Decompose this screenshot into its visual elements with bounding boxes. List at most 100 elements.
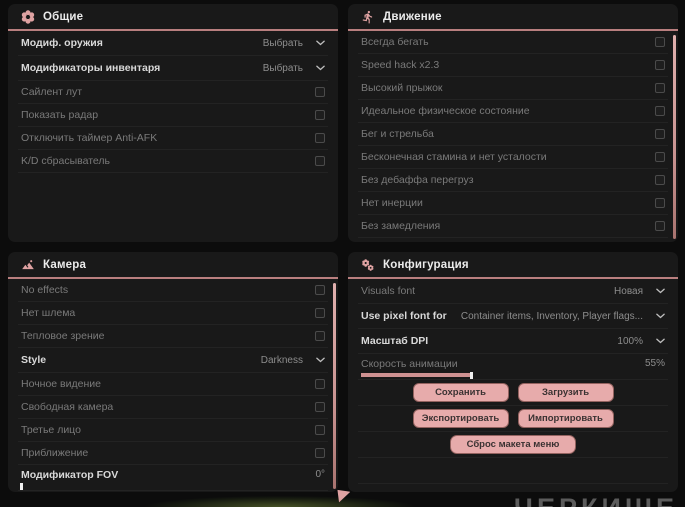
checkbox[interactable]	[655, 83, 665, 93]
checkbox[interactable]	[315, 110, 325, 120]
dropdown-value: 100%	[617, 335, 643, 347]
gears-icon	[361, 258, 375, 272]
checkbox[interactable]	[655, 152, 665, 162]
row-label: Use pixel font for	[361, 310, 447, 322]
checkbox[interactable]	[655, 221, 665, 231]
slider-row[interactable]: Модификатор FOV 0°	[18, 465, 328, 491]
slider-track[interactable]	[361, 372, 561, 379]
checkbox[interactable]	[315, 133, 325, 143]
chevron-down-icon	[656, 288, 665, 294]
empty-row	[358, 458, 668, 484]
row-label: Нет инерции	[361, 197, 423, 209]
row-label: Без дебаффа перегруз	[361, 174, 474, 186]
dropdown-row[interactable]: Модиф. оружия Выбрать	[18, 31, 328, 56]
toggle-row[interactable]: Отключить таймер Anti-AFK	[18, 127, 328, 150]
watermark-text: ЧЕРКИШЕ	[514, 494, 685, 507]
dropdown-row[interactable]: Масштаб DPI 100%	[358, 329, 668, 354]
checkbox[interactable]	[655, 129, 665, 139]
toggle-row[interactable]: Без дебаффа перегруз	[358, 169, 668, 192]
row-label: Без замедления	[361, 220, 441, 232]
toggle-row[interactable]: K/D сбрасыватель	[18, 150, 328, 173]
export-button[interactable]: Экспортировать	[412, 408, 509, 429]
toggle-row[interactable]: Показать радар	[18, 104, 328, 127]
row-label: Отключить таймер Anti-AFK	[21, 132, 158, 144]
toggle-row[interactable]: Всегда бегать	[358, 31, 668, 54]
slider-row[interactable]: Скорость анимации 55%	[358, 354, 668, 380]
toggle-row[interactable]: Без замедления	[358, 215, 668, 238]
toggle-row[interactable]: Свободная камера	[18, 396, 328, 419]
dropdown[interactable]: Новая	[614, 286, 665, 297]
import-button[interactable]: Импортировать	[517, 408, 614, 429]
toggle-row[interactable]: Speed hack x2.3	[358, 54, 668, 77]
checkbox[interactable]	[315, 308, 325, 318]
dropdown-value: Выбрать	[262, 37, 303, 49]
row-label: Скорость анимации	[361, 357, 458, 370]
checkbox[interactable]	[655, 37, 665, 47]
checkbox[interactable]	[655, 175, 665, 185]
row-label: K/D сбрасыватель	[21, 155, 111, 167]
chevron-down-icon	[316, 357, 325, 363]
row-label: No effects	[21, 284, 69, 296]
scrollbar[interactable]	[673, 35, 676, 239]
save-button[interactable]: Сохранить	[412, 382, 509, 403]
dropdown[interactable]: 100%	[617, 336, 665, 347]
toggle-row[interactable]: Ночное видение	[18, 373, 328, 396]
row-label: Свободная камера	[21, 401, 114, 413]
slider-handle[interactable]	[470, 372, 473, 379]
dropdown-value: Выбрать	[262, 62, 303, 74]
dropdown-value: Container items, Inventory, Player flags…	[460, 310, 643, 322]
checkbox[interactable]	[315, 448, 325, 458]
toggle-row[interactable]: Бег и стрельба	[358, 123, 668, 146]
chevron-down-icon	[656, 313, 665, 319]
checkbox[interactable]	[315, 156, 325, 166]
toggle-row[interactable]: Идеальное физическое состояние	[358, 100, 668, 123]
slider-track[interactable]	[20, 483, 221, 490]
dropdown-row[interactable]: Модификаторы инвентаря Выбрать	[18, 56, 328, 81]
dropdown-value: Darkness	[260, 354, 303, 366]
panel-config: Конфигурация Visuals font Новая Use pixel f…	[348, 252, 678, 492]
checkbox[interactable]	[315, 379, 325, 389]
row-label: Speed hack x2.3	[361, 59, 440, 71]
chevron-down-icon	[316, 40, 325, 46]
dropdown[interactable]: Выбрать	[263, 63, 325, 74]
dropdown-row[interactable]: Style Darkness	[18, 348, 328, 373]
panel-header: Движение	[348, 4, 678, 31]
toggle-row[interactable]: Сайлент лут	[18, 81, 328, 104]
toggle-row[interactable]: Тепловое зрение	[18, 325, 328, 348]
slider-row-top: Скорость анимации 55%	[361, 357, 665, 370]
row-label: Style	[21, 354, 47, 366]
row-label: Высокий прыжок	[361, 82, 443, 94]
dropdown-row[interactable]: Use pixel font for Container items, Inven…	[358, 304, 668, 329]
checkbox[interactable]	[315, 285, 325, 295]
game-background-glow	[125, 493, 435, 507]
load-button[interactable]: Загрузить	[517, 382, 614, 403]
checkbox[interactable]	[655, 198, 665, 208]
dropdown[interactable]: Darkness	[261, 355, 325, 366]
buttons-row: Экспортировать Импортировать	[358, 406, 668, 432]
slider-fill	[361, 373, 471, 377]
toggle-row[interactable]: Высокий прыжок	[358, 77, 668, 100]
checkbox[interactable]	[315, 87, 325, 97]
scrollbar[interactable]	[333, 283, 336, 489]
checkbox[interactable]	[655, 60, 665, 70]
checkbox[interactable]	[315, 425, 325, 435]
checkbox[interactable]	[315, 402, 325, 412]
toggle-row[interactable]: Приближение	[18, 442, 328, 465]
cheat-menu-overlay: ЧЕРКИШЕ ОбщиеМодиф. оружияВыбратьМодифик…	[0, 0, 685, 507]
dropdown[interactable]: Container items, Inventory, Player flags…	[461, 311, 665, 322]
dropdown[interactable]: Выбрать	[263, 38, 325, 49]
row-label: Модиф. оружия	[21, 37, 103, 49]
checkbox[interactable]	[315, 331, 325, 341]
dropdown-row[interactable]: Visuals font Новая	[358, 279, 668, 304]
row-label: Visuals font	[361, 285, 416, 297]
toggle-row[interactable]: Нет инерции	[358, 192, 668, 215]
slider-handle[interactable]	[20, 483, 23, 490]
toggle-row[interactable]: Бесконечная стамина и нет усталости	[358, 146, 668, 169]
toggle-row[interactable]: No effects	[18, 279, 328, 302]
row-label: Масштаб DPI	[361, 335, 429, 347]
row-label: Ночное видение	[21, 378, 101, 390]
toggle-row[interactable]: Третье лицо	[18, 419, 328, 442]
checkbox[interactable]	[655, 106, 665, 116]
reset-menu-layout-button[interactable]: Сброс макета меню	[449, 434, 577, 455]
toggle-row[interactable]: Нет шлема	[18, 302, 328, 325]
